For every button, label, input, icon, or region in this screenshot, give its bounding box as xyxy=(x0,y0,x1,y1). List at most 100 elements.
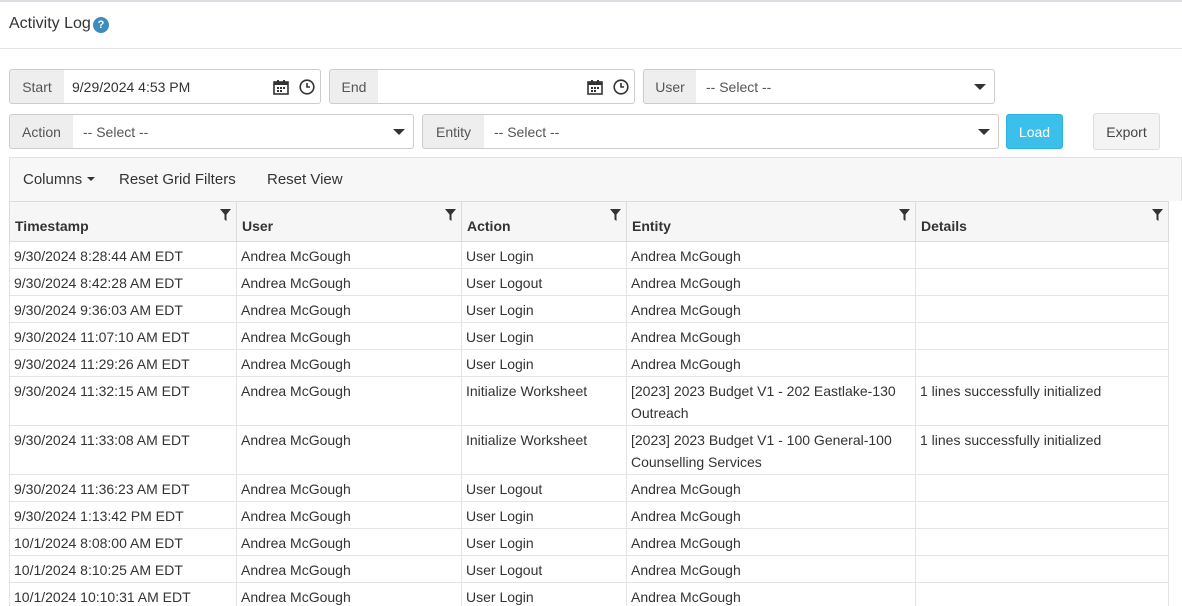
cell-action: User Login xyxy=(461,501,627,529)
cell-timestamp: 9/30/2024 11:07:10 AM EDT xyxy=(9,322,237,350)
cell-details xyxy=(915,474,1169,502)
cell-entity: [2023] 2023 Budget V1 - 100 General-100 … xyxy=(626,425,916,475)
reset-grid-filters-button[interactable]: Reset Grid Filters xyxy=(119,171,236,188)
cell-action: User Logout xyxy=(461,555,627,583)
cell-user: Andrea McGough xyxy=(236,322,462,350)
cell-timestamp: 10/1/2024 8:10:25 AM EDT xyxy=(9,555,237,583)
cell-entity: Andrea McGough xyxy=(626,241,916,269)
calendar-icon xyxy=(586,79,603,95)
cell-timestamp: 9/30/2024 8:42:28 AM EDT xyxy=(9,268,237,296)
clock-icon xyxy=(299,78,315,95)
header-row: Timestamp User Action Entity Details xyxy=(9,201,1169,242)
filter-icon[interactable] xyxy=(445,209,456,221)
column-header-label: Timestamp xyxy=(15,217,89,234)
table-row[interactable]: 9/30/2024 11:32:15 AM EDT Andrea McGough… xyxy=(9,376,1169,426)
cell-timestamp: 9/30/2024 8:28:44 AM EDT xyxy=(9,241,237,269)
cell-details xyxy=(915,501,1169,529)
filter-icon[interactable] xyxy=(899,209,910,221)
end-label: End xyxy=(329,69,379,104)
cell-user: Andrea McGough xyxy=(236,241,462,269)
export-button[interactable]: Export xyxy=(1093,113,1160,150)
column-header-timestamp[interactable]: Timestamp xyxy=(9,201,237,242)
start-date-value: 9/29/2024 4:53 PM xyxy=(72,78,191,95)
calendar-icon xyxy=(272,79,289,95)
table-row[interactable]: 9/30/2024 8:28:44 AM EDT Andrea McGough … xyxy=(9,241,1169,269)
clock-icon xyxy=(613,78,629,95)
cell-user: Andrea McGough xyxy=(236,349,462,377)
entity-select[interactable]: -- Select -- xyxy=(484,114,999,149)
cell-details xyxy=(915,295,1169,323)
cell-details xyxy=(915,528,1169,556)
reset-view-button[interactable]: Reset View xyxy=(267,171,343,188)
end-calendar-button[interactable] xyxy=(581,69,609,104)
cell-entity: [2023] 2023 Budget V1 - 202 Eastlake-130… xyxy=(626,376,916,426)
user-select[interactable]: -- Select -- xyxy=(696,69,995,104)
cell-action: User Login xyxy=(461,528,627,556)
cell-timestamp: 9/30/2024 11:32:15 AM EDT xyxy=(9,376,237,426)
table-row[interactable]: 10/1/2024 8:08:00 AM EDT Andrea McGough … xyxy=(9,528,1169,556)
cell-timestamp: 9/30/2024 9:36:03 AM EDT xyxy=(9,295,237,323)
action-select[interactable]: -- Select -- xyxy=(73,114,414,149)
help-icon[interactable]: ? xyxy=(93,17,109,33)
cell-action: Initialize Worksheet xyxy=(461,425,627,475)
table-row[interactable]: 9/30/2024 11:33:08 AM EDT Andrea McGough… xyxy=(9,425,1169,475)
cell-entity: Andrea McGough xyxy=(626,349,916,377)
cell-timestamp: 9/30/2024 11:29:26 AM EDT xyxy=(9,349,237,377)
cell-entity: Andrea McGough xyxy=(626,528,916,556)
cell-entity: Andrea McGough xyxy=(626,582,916,606)
cell-user: Andrea McGough xyxy=(236,555,462,583)
cell-action: Initialize Worksheet xyxy=(461,376,627,426)
column-header-label: Entity xyxy=(632,217,671,234)
cell-details xyxy=(915,322,1169,350)
activity-table: Timestamp User Action Entity Details 9/3… xyxy=(9,201,1169,606)
cell-user: Andrea McGough xyxy=(236,582,462,606)
user-select-placeholder: -- Select -- xyxy=(706,78,772,95)
page-title: Activity Log xyxy=(9,15,91,32)
start-time-button[interactable] xyxy=(294,69,321,104)
start-date-input[interactable]: 9/29/2024 4:53 PM xyxy=(64,69,268,104)
cell-entity: Andrea McGough xyxy=(626,322,916,350)
cell-details xyxy=(915,241,1169,269)
table-row[interactable]: 10/1/2024 10:10:31 AM EDT Andrea McGough… xyxy=(9,582,1169,606)
cell-timestamp: 9/30/2024 11:33:08 AM EDT xyxy=(9,425,237,475)
table-row[interactable]: 10/1/2024 8:10:25 AM EDT Andrea McGough … xyxy=(9,555,1169,583)
columns-menu-button[interactable]: Columns xyxy=(23,171,96,188)
cell-timestamp: 10/1/2024 8:08:00 AM EDT xyxy=(9,528,237,556)
table-row[interactable]: 9/30/2024 8:42:28 AM EDT Andrea McGough … xyxy=(9,268,1169,296)
filter-icon[interactable] xyxy=(220,209,231,221)
column-header-entity[interactable]: Entity xyxy=(626,201,916,242)
cell-entity: Andrea McGough xyxy=(626,501,916,529)
cell-timestamp: 10/1/2024 10:10:31 AM EDT xyxy=(9,582,237,606)
table-row[interactable]: 9/30/2024 11:36:23 AM EDT Andrea McGough… xyxy=(9,474,1169,502)
action-label: Action xyxy=(9,114,74,149)
cell-details: 1 lines successfully initialized xyxy=(915,376,1169,426)
column-header-label: Details xyxy=(921,217,967,234)
cell-timestamp: 9/30/2024 1:13:42 PM EDT xyxy=(9,501,237,529)
table-row[interactable]: 9/30/2024 11:07:10 AM EDT Andrea McGough… xyxy=(9,322,1169,350)
title-bar: Activity Log ? xyxy=(0,2,1182,49)
cell-details: 1 lines successfully initialized xyxy=(915,425,1169,475)
filter-icon[interactable] xyxy=(610,209,621,221)
user-label: User xyxy=(643,69,697,104)
start-calendar-button[interactable] xyxy=(267,69,295,104)
table-row[interactable]: 9/30/2024 9:36:03 AM EDT Andrea McGough … xyxy=(9,295,1169,323)
column-header-user[interactable]: User xyxy=(236,201,462,242)
table-row[interactable]: 9/30/2024 11:29:26 AM EDT Andrea McGough… xyxy=(9,349,1169,377)
chevron-down-icon xyxy=(974,84,986,90)
load-button[interactable]: Load xyxy=(1006,114,1063,149)
column-header-label: Action xyxy=(467,217,511,234)
end-time-button[interactable] xyxy=(608,69,635,104)
table-row[interactable]: 9/30/2024 1:13:42 PM EDT Andrea McGough … xyxy=(9,501,1169,529)
action-select-placeholder: -- Select -- xyxy=(83,123,149,140)
cell-action: User Login xyxy=(461,582,627,606)
cell-user: Andrea McGough xyxy=(236,425,462,475)
column-header-details[interactable]: Details xyxy=(915,201,1169,242)
caret-down-icon xyxy=(87,177,96,181)
cell-action: User Logout xyxy=(461,474,627,502)
cell-user: Andrea McGough xyxy=(236,376,462,426)
filter-icon[interactable] xyxy=(1152,209,1163,221)
end-date-input[interactable] xyxy=(378,69,582,104)
cell-details xyxy=(915,582,1169,606)
column-header-action[interactable]: Action xyxy=(461,201,627,242)
cell-action: User Login xyxy=(461,349,627,377)
